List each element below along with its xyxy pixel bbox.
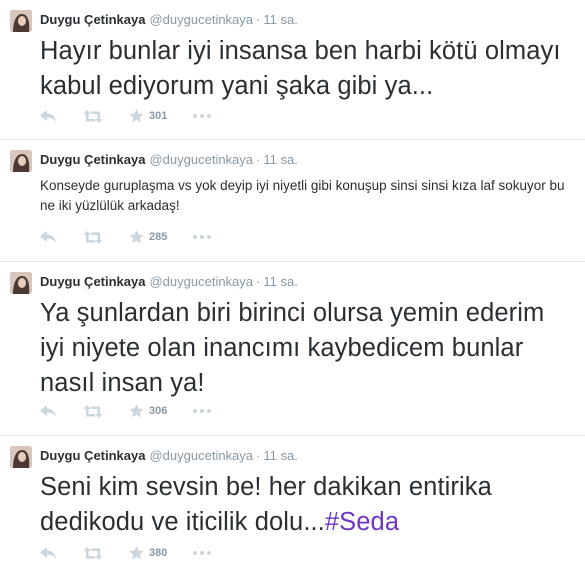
author-name[interactable]: Duygu Çetinkaya <box>40 448 145 463</box>
tweet[interactable]: Duygu Çetinkaya @duygucetinkaya · 11 sa. Se… <box>0 436 585 578</box>
more-icon <box>193 114 212 118</box>
star-icon <box>129 546 144 560</box>
reply-icon <box>40 546 56 559</box>
tweet-text: Konseyde guruplaşma vs yok deyip iyi niy… <box>40 176 575 216</box>
tweet-text: Hayır bunlar iyi insansa ben harbi kötü … <box>40 34 575 104</box>
favorite-count: 301 <box>149 110 168 122</box>
tweet-header: Duygu Çetinkaya @duygucetinkaya · 11 sa. <box>40 10 298 30</box>
retweet-button[interactable] <box>83 230 103 244</box>
avatar[interactable] <box>10 150 32 172</box>
favorite-count: 306 <box>149 405 168 417</box>
reply-icon <box>40 404 56 417</box>
tweet-header: Duygu Çetinkaya @duygucetinkaya · 11 sa. <box>40 272 298 292</box>
star-icon <box>129 109 144 123</box>
tweet-header: Duygu Çetinkaya @duygucetinkaya · 11 sa. <box>40 150 298 170</box>
favorite-count: 285 <box>149 231 168 243</box>
more-button[interactable] <box>193 235 212 239</box>
reply-button[interactable] <box>40 546 57 560</box>
separator: · <box>256 152 261 167</box>
tweet-actions: 285 <box>40 227 237 247</box>
tweet-text: Seni kim sevsin be! her dakikan entirika… <box>40 470 575 540</box>
avatar[interactable] <box>10 446 32 468</box>
retweet-icon <box>83 546 103 560</box>
tweet-body: Hayır bunlar iyi insansa ben harbi kötü … <box>40 37 561 100</box>
separator: · <box>256 12 261 27</box>
timestamp[interactable]: 11 sa. <box>263 12 297 27</box>
tweet-actions: 301 <box>40 106 237 126</box>
avatar[interactable] <box>10 10 32 32</box>
favorite-button[interactable]: 380 <box>129 546 167 560</box>
author-handle[interactable]: @duygucetinkaya <box>149 152 253 167</box>
timestamp[interactable]: 11 sa. <box>263 274 297 289</box>
reply-icon <box>40 109 56 122</box>
retweet-icon <box>83 230 103 244</box>
author-handle[interactable]: @duygucetinkaya <box>149 448 253 463</box>
tweet[interactable]: Duygu Çetinkaya @duygucetinkaya · 11 sa. Ya… <box>0 262 585 436</box>
reply-button[interactable] <box>40 230 57 244</box>
timestamp[interactable]: 11 sa. <box>263 448 297 463</box>
tweet-header: Duygu Çetinkaya @duygucetinkaya · 11 sa. <box>40 446 298 466</box>
favorite-button[interactable]: 285 <box>129 230 167 244</box>
avatar[interactable] <box>10 272 32 294</box>
favorite-button[interactable]: 301 <box>129 109 167 123</box>
favorite-count: 380 <box>149 547 168 559</box>
retweet-button[interactable] <box>83 546 103 560</box>
author-handle[interactable]: @duygucetinkaya <box>149 274 253 289</box>
tweet[interactable]: Duygu Çetinkaya @duygucetinkaya · 11 sa. Ha… <box>0 0 585 140</box>
more-icon <box>193 235 212 239</box>
star-icon <box>129 230 144 244</box>
tweet-body: Seni kim sevsin be! her dakikan entirika… <box>40 473 492 536</box>
author-name[interactable]: Duygu Çetinkaya <box>40 12 145 27</box>
timestamp[interactable]: 11 sa. <box>263 152 297 167</box>
reply-icon <box>40 230 56 243</box>
tweet[interactable]: Duygu Çetinkaya @duygucetinkaya · 11 sa. Ko… <box>0 140 585 262</box>
retweet-button[interactable] <box>83 109 103 123</box>
author-handle[interactable]: @duygucetinkaya <box>149 12 253 27</box>
tweet-body: Ya şunlardan biri birinci olursa yemin e… <box>40 299 545 397</box>
hashtag-link[interactable]: #Seda <box>325 508 399 536</box>
separator: · <box>256 274 261 289</box>
author-name[interactable]: Duygu Çetinkaya <box>40 274 145 289</box>
reply-button[interactable] <box>40 109 57 123</box>
more-button[interactable] <box>193 114 212 118</box>
retweet-button[interactable] <box>83 404 103 418</box>
more-button[interactable] <box>193 409 212 413</box>
separator: · <box>256 448 261 463</box>
author-name[interactable]: Duygu Çetinkaya <box>40 152 145 167</box>
tweet-actions: 306 <box>40 401 237 421</box>
tweet-body: Konseyde guruplaşma vs yok deyip iyi niy… <box>40 178 565 213</box>
star-icon <box>129 404 144 418</box>
tweet-text: Ya şunlardan biri birinci olursa yemin e… <box>40 296 575 401</box>
more-icon <box>193 551 212 555</box>
favorite-button[interactable]: 306 <box>129 404 167 418</box>
more-icon <box>193 409 212 413</box>
retweet-icon <box>83 109 103 123</box>
reply-button[interactable] <box>40 404 57 418</box>
more-button[interactable] <box>193 551 212 555</box>
tweet-actions: 380 <box>40 543 237 563</box>
retweet-icon <box>83 404 103 418</box>
